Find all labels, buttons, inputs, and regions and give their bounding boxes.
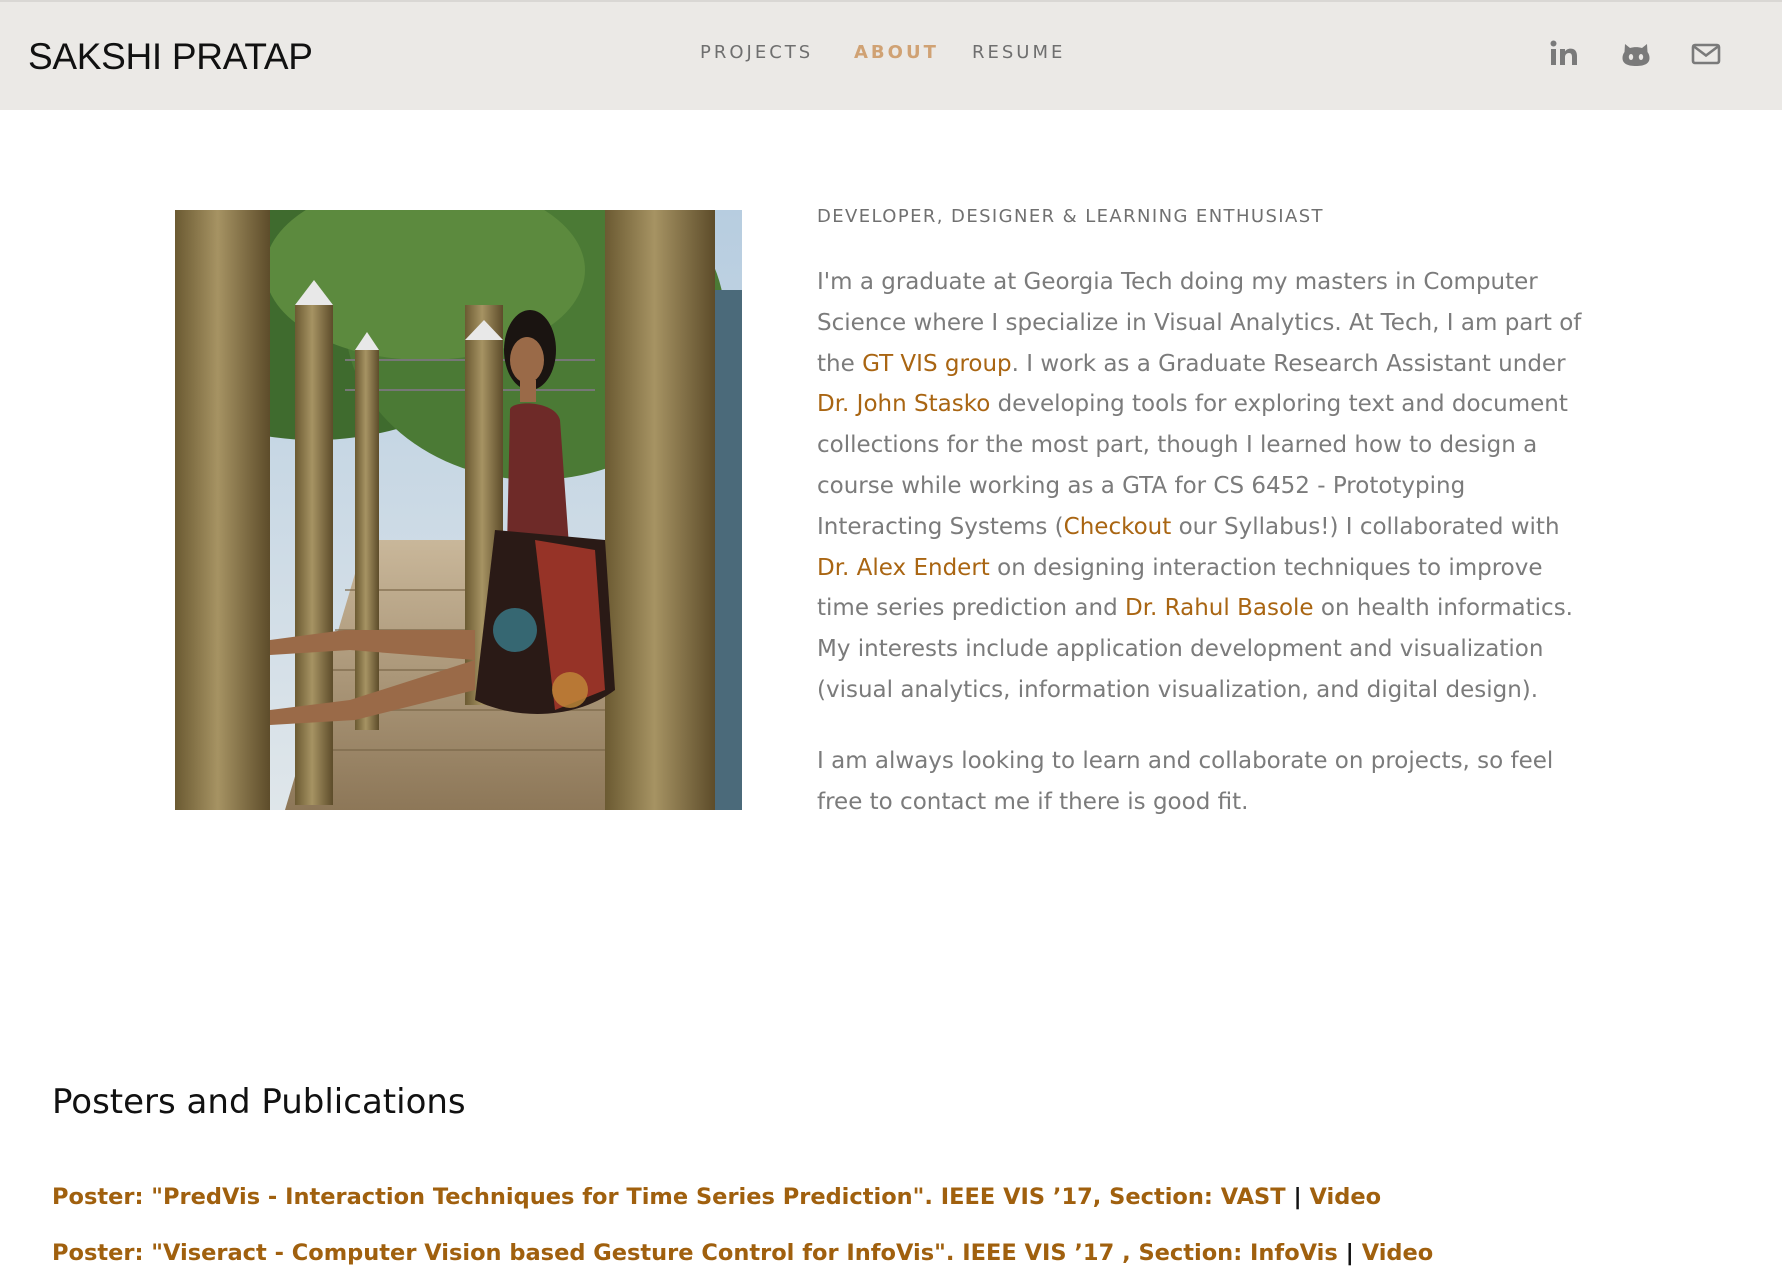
linkedin-icon[interactable] xyxy=(1548,38,1580,70)
bio-paragraph: I'm a graduate at Georgia Tech doing my … xyxy=(817,262,1587,711)
separator: | xyxy=(1293,1184,1302,1210)
bio-text: . I work as a Graduate Research Assistan… xyxy=(1011,350,1566,377)
gt-vis-group-link[interactable]: GT VIS group xyxy=(862,351,1012,377)
nav-projects[interactable]: PROJECTS xyxy=(700,42,813,63)
profile-photo xyxy=(175,210,742,810)
bio: I'm a graduate at Georgia Tech doing my … xyxy=(817,262,1587,852)
publication-link[interactable]: Poster: "Viseract - Computer Vision base… xyxy=(52,1240,1338,1266)
nav-resume[interactable]: RESUME xyxy=(972,42,1065,63)
main-nav: PROJECTS ABOUT RESUME xyxy=(0,42,1782,66)
tagline: DEVELOPER, DESIGNER & LEARNING ENTHUSIAS… xyxy=(817,206,1324,227)
publication-item: Poster: "Viseract - Computer Vision base… xyxy=(52,1240,1433,1266)
publications-heading: Posters and Publications xyxy=(52,1082,466,1122)
alex-endert-link[interactable]: Dr. Alex Endert xyxy=(817,555,990,581)
nav-about[interactable]: ABOUT xyxy=(854,42,939,63)
publication-link[interactable]: Poster: "PredVis - Interaction Technique… xyxy=(52,1184,1286,1210)
site-header: SAKSHI PRATAP PROJECTS ABOUT RESUME xyxy=(0,0,1782,110)
bio-contact-paragraph: I am always looking to learn and collabo… xyxy=(817,747,1554,815)
rahul-basole-link[interactable]: Dr. Rahul Basole xyxy=(1125,595,1314,621)
bio-text: our Syllabus!) I collaborated with xyxy=(1171,513,1560,540)
video-link[interactable]: Video xyxy=(1362,1240,1434,1266)
syllabus-checkout-link[interactable]: Checkout xyxy=(1064,514,1172,540)
github-icon[interactable] xyxy=(1620,38,1652,70)
john-stasko-link[interactable]: Dr. John Stasko xyxy=(817,391,990,417)
video-link[interactable]: Video xyxy=(1310,1184,1382,1210)
separator: | xyxy=(1345,1240,1354,1266)
mail-icon[interactable] xyxy=(1690,38,1722,70)
publication-item: Poster: "PredVis - Interaction Technique… xyxy=(52,1184,1381,1210)
